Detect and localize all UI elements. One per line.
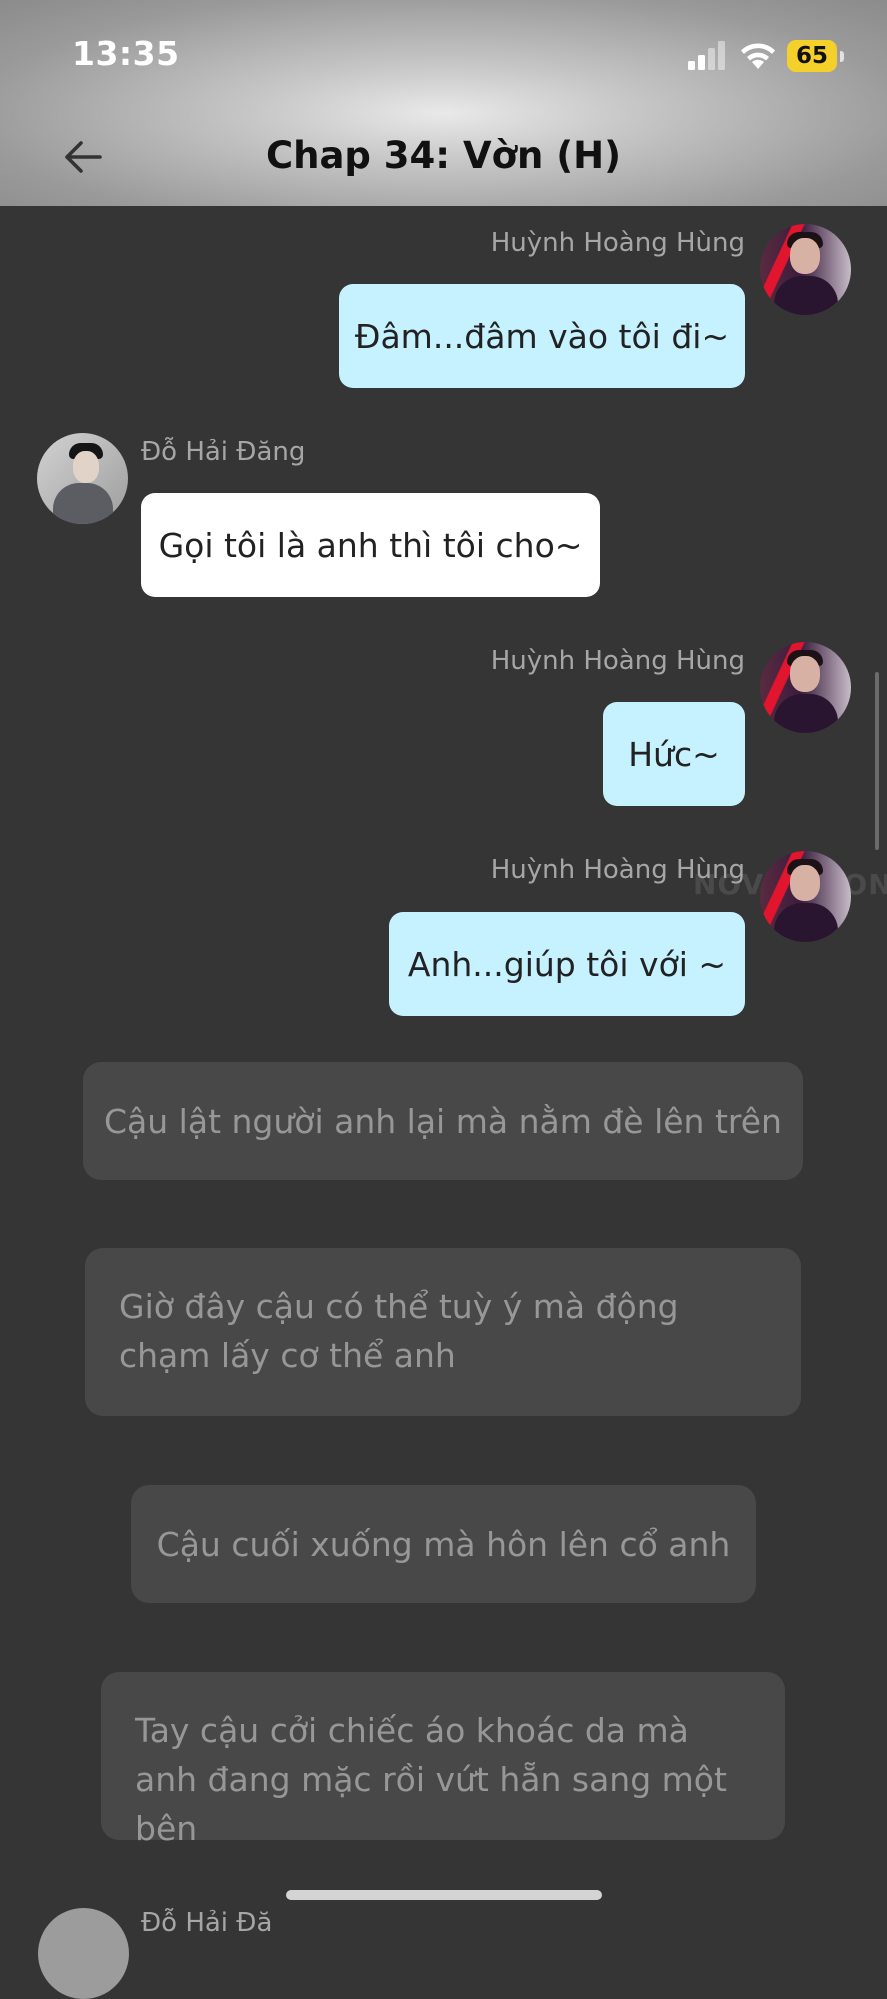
- message-bubble: Đâm...đâm vào tôi đi~: [339, 284, 745, 388]
- avatar[interactable]: [760, 224, 851, 315]
- choice-option-2[interactable]: Giờ đây cậu có thể tuỳ ý mà động chạm lấ…: [85, 1248, 801, 1416]
- cellular-signal-icon: [688, 41, 725, 70]
- sender-name: Đỗ Hải Đă: [141, 1908, 273, 1938]
- battery-tip: [840, 51, 844, 62]
- sender-name: Huỳnh Hoàng Hùng: [490, 646, 745, 676]
- avatar[interactable]: [760, 851, 851, 942]
- message-bubble: Anh...giúp tôi với ~: [389, 912, 745, 1016]
- choice-option-1[interactable]: Cậu lật người anh lại mà nằm đè lên trên: [83, 1062, 803, 1180]
- sender-name: Huỳnh Hoàng Hùng: [490, 855, 745, 885]
- status-time: 13:35: [72, 34, 180, 73]
- avatar[interactable]: [37, 433, 128, 524]
- home-indicator[interactable]: [286, 1890, 602, 1900]
- message-bubble: Gọi tôi là anh thì tôi cho~: [141, 493, 600, 597]
- battery-icon: 65: [787, 40, 845, 72]
- choice-option-4[interactable]: Tay cậu cởi chiếc áo khoác da mà anh đan…: [101, 1672, 785, 1848]
- wifi-icon: [741, 43, 775, 69]
- message-bubble: Hức~: [603, 702, 745, 806]
- battery-level: 65: [787, 40, 837, 72]
- page-title: Chap 34: Vờn (H): [265, 134, 622, 177]
- avatar[interactable]: [760, 642, 851, 733]
- app-header: 13:35 65 Chap 34: Vờn (H): [0, 0, 887, 206]
- sender-name: Huỳnh Hoàng Hùng: [490, 228, 745, 258]
- sender-name: Đỗ Hải Đăng: [141, 437, 306, 467]
- avatar[interactable]: [38, 1908, 129, 1999]
- choice-option-3[interactable]: Cậu cuối xuống mà hôn lên cổ anh: [131, 1485, 756, 1603]
- scrollbar[interactable]: [875, 672, 879, 850]
